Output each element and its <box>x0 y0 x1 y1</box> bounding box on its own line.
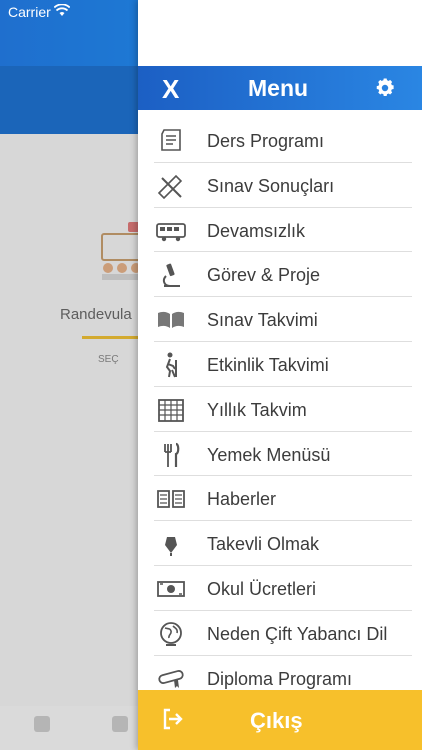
menu-item-label: Haberler <box>207 489 277 510</box>
menu-item-ders-programi[interactable]: Ders Programı <box>154 118 412 163</box>
logout-button[interactable]: Çıkış <box>138 690 422 750</box>
menu-item-neden-cift-yabanci-dil[interactable]: Neden Çift Yabancı Dil <box>154 611 412 656</box>
menu-item-devamsizlik[interactable]: Devamsızlık <box>154 208 412 253</box>
globe-icon <box>160 621 182 646</box>
logout-icon <box>163 708 183 730</box>
menu-item-sinav-takvimi[interactable]: Sınav Takvimi <box>154 297 412 342</box>
background-dim-overlay[interactable] <box>0 66 138 750</box>
gear-icon[interactable] <box>374 77 396 99</box>
drawer-header: X Menu <box>138 66 422 110</box>
menu-item-label: Sınav Sonuçları <box>207 175 335 196</box>
calendar-icon <box>158 398 184 422</box>
menu-item-okul-ucretleri[interactable]: Okul Ücretleri <box>154 566 412 611</box>
diploma-icon <box>158 669 184 688</box>
logout-label: Çıkış <box>250 708 303 733</box>
menu-item-etkinlik-takvimi[interactable]: Etkinlik Takvimi <box>154 342 412 387</box>
close-drawer-button[interactable]: X <box>162 74 179 105</box>
menu-item-label: Okul Ücretleri <box>207 578 317 599</box>
menu-item-label: Yemek Menüsü <box>207 444 331 465</box>
document-icon <box>161 129 181 151</box>
menu-item-label: Görev & Proje <box>207 265 321 286</box>
bus-icon <box>156 222 186 241</box>
menu-item-label: Etkinlik Takvimi <box>207 354 329 375</box>
cutlery-icon <box>164 442 180 467</box>
menu-item-label: Yıllık Takvim <box>207 399 307 420</box>
hiker-icon <box>165 352 177 378</box>
side-drawer: X Menu Ders Programı Sınav Sonuçları Dev… <box>138 0 422 750</box>
menu-item-yemek-menusu[interactable]: Yemek Menüsü <box>154 432 412 477</box>
ruler-pencil-icon <box>157 174 183 199</box>
microscope-icon <box>162 264 180 288</box>
newspaper-icon <box>157 490 185 509</box>
menu-item-sinav-sonuclari[interactable]: Sınav Sonuçları <box>154 163 412 208</box>
menu-item-label: Diploma Programı <box>207 668 353 689</box>
menu-item-yillik-takvim[interactable]: Yıllık Takvim <box>154 387 412 432</box>
pen-nib-icon <box>165 532 177 557</box>
book-icon <box>158 312 184 329</box>
menu-item-gorev-proje[interactable]: Görev & Proje <box>154 252 412 298</box>
money-icon <box>157 581 185 597</box>
menu-item-label: Neden Çift Yabancı Dil <box>207 623 388 644</box>
menu-item-label: Devamsızlık <box>207 220 306 241</box>
menu-item-haberler[interactable]: Haberler <box>154 476 412 522</box>
menu-item-label: Ders Programı <box>207 131 325 151</box>
drawer-title: Menu <box>248 75 309 101</box>
menu-item-takevli-olmak[interactable]: Takevli Olmak <box>154 521 412 566</box>
menu-item-label: Sınav Takvimi <box>207 310 318 331</box>
menu-item-label: Takevli Olmak <box>207 534 320 555</box>
drawer-menu: Ders Programı Sınav Sonuçları Devamsızlı… <box>138 118 422 701</box>
